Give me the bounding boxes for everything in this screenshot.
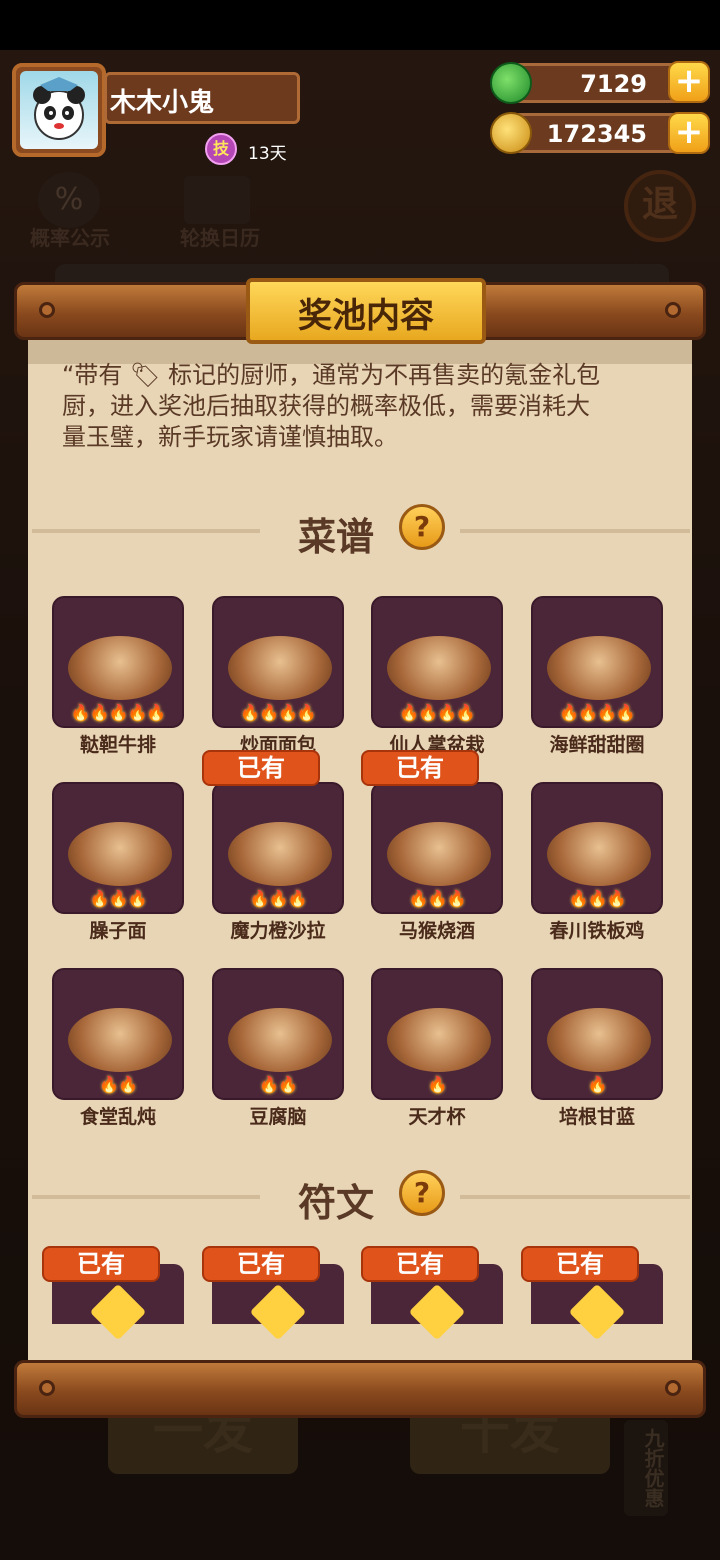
dish-icon (228, 636, 332, 700)
coin-icon (490, 112, 532, 154)
status-bar (0, 0, 720, 50)
runes-help-button[interactable]: ? (399, 1170, 445, 1216)
owned-tag: 已有 (42, 1246, 160, 1282)
recipe-name: 豆腐脑 (249, 1106, 307, 1128)
recipe-name: 海鲜甜甜圈 (549, 734, 645, 756)
rarity-flames: 🔥🔥🔥 (249, 889, 308, 908)
dish-icon (68, 636, 172, 700)
section-divider (32, 1195, 260, 1199)
rarity-flames: 🔥 (587, 1075, 608, 1094)
owned-tag: 已有 (202, 1246, 320, 1282)
description-line: 量玉璧，新手玩家请谨慎抽取。 (62, 423, 398, 451)
dish-icon (547, 822, 651, 886)
add-coin-button[interactable]: + (668, 112, 710, 154)
rarity-flames: 🔥🔥 (259, 1075, 298, 1094)
recipe-card[interactable]: 🔥🔥🔥🔥🔥 (52, 596, 184, 728)
rarity-flames: 🔥🔥🔥 (89, 889, 148, 908)
recipe-card[interactable]: 🔥🔥🔥🔥 (531, 596, 663, 728)
coin-amount: 172345 (546, 120, 647, 148)
rod-cap (39, 1380, 55, 1396)
jade-icon (490, 62, 532, 104)
recipe-name: 马猴烧酒 (398, 920, 475, 942)
player-avatar[interactable] (12, 63, 106, 157)
dish-icon (228, 1008, 332, 1072)
owned-tag: 已有 (521, 1246, 639, 1282)
recipe-card[interactable]: 🔥🔥🔥 (531, 782, 663, 914)
dish-icon (68, 822, 172, 886)
section-divider (460, 529, 690, 533)
rarity-flames: 🔥🔥🔥🔥 (559, 703, 636, 722)
recipes-section-title: 菜谱 (298, 515, 375, 559)
panel-title: 奖池内容 (298, 296, 434, 336)
player-name: 木木小鬼 (110, 88, 215, 118)
dish-icon (387, 1008, 491, 1072)
description-line: “带有 🏷 标记的厨师，通常为不再售卖的氪金礼包 (62, 361, 601, 389)
recipe-card[interactable]: 🔥🔥 (52, 968, 184, 1100)
recipe-name: 培根甘蓝 (558, 1106, 635, 1128)
recipe-card[interactable]: 🔥 (371, 968, 503, 1100)
runes-section-title: 符文 (298, 1181, 375, 1225)
rune-gem-icon (89, 1283, 147, 1341)
recipe-card[interactable]: 🔥🔥🔥 (52, 782, 184, 914)
rarity-flames: 🔥🔥🔥🔥 (399, 703, 476, 722)
rod-cap (665, 302, 681, 318)
rarity-flames: 🔥🔥 (99, 1075, 138, 1094)
recipe-card[interactable]: 🔥 (531, 968, 663, 1100)
description-line: 厨，进入奖池后抽取获得的概率极低，需要消耗大 (62, 392, 590, 420)
dish-icon (387, 636, 491, 700)
recipe-name: 魔力橙沙拉 (230, 920, 326, 942)
add-jade-button[interactable]: + (668, 61, 710, 103)
recipe-card[interactable]: 🔥🔥🔥 (371, 782, 503, 914)
section-divider (460, 1195, 690, 1199)
days-counter: 13天 (248, 144, 287, 164)
owned-tag: 已有 (202, 750, 320, 786)
recipe-name: 食堂乱炖 (79, 1106, 156, 1128)
recipe-name: 鞑靼牛排 (79, 734, 156, 756)
prize-pool-panel[interactable]: “带有 🏷 标记的厨师，通常为不再售卖的氪金礼包 厨，进入奖池后抽取获得的概率极… (28, 338, 692, 1362)
rune-gem-icon (249, 1283, 307, 1341)
recipe-card[interactable]: 🔥🔥 (212, 968, 344, 1100)
recipes-help-button[interactable]: ? (399, 504, 445, 550)
recipe-name: 天才杯 (408, 1106, 466, 1128)
dish-icon (547, 1008, 651, 1072)
dish-icon (547, 636, 651, 700)
recipe-card[interactable]: 🔥🔥🔥🔥 (371, 596, 503, 728)
owned-tag: 已有 (361, 1246, 479, 1282)
rarity-flames: 🔥🔥🔥🔥🔥 (70, 703, 167, 722)
dish-icon (68, 1008, 172, 1072)
recipe-card[interactable]: 🔥🔥🔥🔥 (212, 596, 344, 728)
dish-icon (387, 822, 491, 886)
section-divider (32, 529, 260, 533)
rarity-flames: 🔥 (427, 1075, 448, 1094)
rune-gem-icon (568, 1283, 626, 1341)
prize-pool-description: “带有 🏷 标记的厨师，通常为不再售卖的氪金礼包 厨，进入奖池后抽取获得的概率极… (62, 361, 662, 453)
rod-cap (39, 302, 55, 318)
rarity-flames: 🔥🔥🔥 (408, 889, 467, 908)
scroll-rod-bottom (14, 1360, 706, 1418)
jade-amount: 7129 (580, 70, 647, 98)
owned-tag: 已有 (361, 750, 479, 786)
skill-badge: 技 (205, 133, 237, 165)
rune-gem-icon (408, 1283, 466, 1341)
dish-icon (228, 822, 332, 886)
rarity-flames: 🔥🔥🔥 (568, 889, 627, 908)
panda-avatar-icon (20, 71, 98, 149)
rarity-flames: 🔥🔥🔥🔥 (240, 703, 317, 722)
recipe-name: 春川铁板鸡 (549, 920, 645, 942)
recipe-name: 臊子面 (89, 920, 147, 942)
rod-cap (665, 1380, 681, 1396)
recipe-card[interactable]: 🔥🔥🔥 (212, 782, 344, 914)
